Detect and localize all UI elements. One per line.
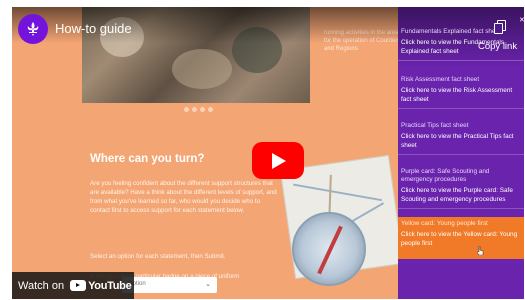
sidebar-item-risk-assessment[interactable]: Risk Assessment fact sheet Click here to…: [398, 73, 524, 109]
sidebar-item-title: Risk Assessment fact sheet: [401, 76, 480, 83]
cursor-icon: [477, 246, 484, 255]
sidebar-item-desc: Click here to view the Risk Assessment f…: [401, 87, 513, 103]
watch-on-label: Watch on: [18, 279, 65, 292]
copy-link-label[interactable]: Copy link: [478, 41, 517, 52]
copy-icon[interactable]: [494, 20, 507, 34]
resource-sidebar: Fundamentals Explained fact sheet Click …: [398, 7, 524, 299]
watch-on-youtube-button[interactable]: Watch on YouTube: [12, 272, 134, 299]
sidebar-item-desc: Click here to view the Purple card: Safe…: [401, 187, 513, 203]
sidebar-item-title: Purple card: Safe Scouting and emergency…: [401, 168, 490, 183]
scouts-logo-icon[interactable]: [18, 14, 48, 44]
play-button[interactable]: [252, 142, 304, 179]
carousel-dots: [184, 107, 213, 112]
section-paragraph: Are you feeling confident about the diff…: [90, 180, 277, 214]
sidebar-item-purple-card[interactable]: Purple card: Safe Scouting and emergency…: [398, 165, 524, 209]
video-title[interactable]: How-to guide: [55, 21, 132, 36]
chevron-down-icon: ⌄: [205, 281, 211, 288]
youtube-wordmark: YouTube: [88, 279, 132, 292]
youtube-logo-icon: YouTube: [70, 279, 132, 292]
instruction-text: Select an option for each statement, the…: [90, 253, 226, 260]
video-player[interactable]: running activities in the area for the o…: [12, 7, 398, 299]
sidebar-item-desc: Click here to view the Yellow card: Youn…: [401, 231, 518, 247]
sidebar-item-desc: Click here to view the Practical Tips fa…: [401, 133, 514, 149]
section-heading: Where can you turn?: [90, 153, 205, 165]
sidebar-item-title: Yellow card: Young people first: [401, 220, 488, 227]
sidebar-item-title: Practical Tips fact sheet: [401, 122, 469, 129]
close-icon[interactable]: ✕: [519, 16, 524, 24]
sidebar-item-yellow-card[interactable]: Yellow card: Young people first Click he…: [398, 217, 524, 259]
compass-image: [292, 212, 366, 286]
sidebar-item-practical-tips[interactable]: Practical Tips fact sheet Click here to …: [398, 119, 524, 155]
statement-select: Option ⌄: [122, 277, 217, 293]
embedded-video-frame: running activities in the area for the o…: [12, 7, 524, 299]
play-icon: [272, 153, 286, 169]
